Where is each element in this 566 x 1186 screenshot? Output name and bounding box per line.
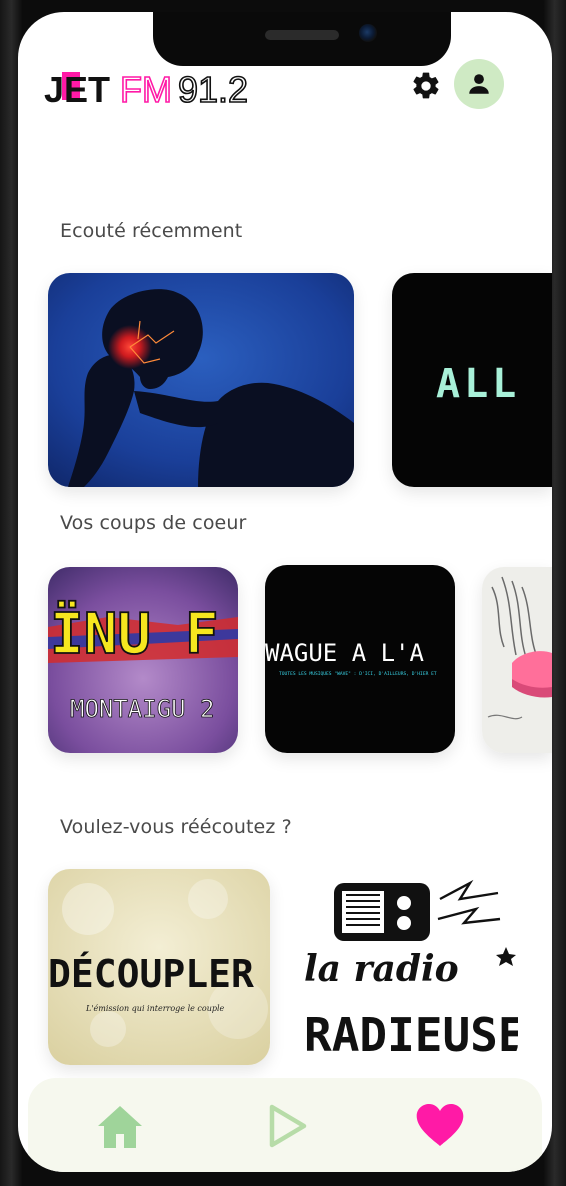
logo-jet: JET <box>44 69 110 108</box>
play-icon <box>269 1104 307 1148</box>
all-artwork-text: ALL <box>436 361 520 407</box>
vague-title: WAGUE A L'A <box>265 639 424 667</box>
logo-fm: FM <box>120 69 172 108</box>
heart-icon <box>416 1104 464 1146</box>
front-camera <box>359 24 377 42</box>
user-icon <box>469 74 489 94</box>
section-title-favorites: Vos coups de coeur <box>60 512 247 534</box>
home-icon <box>98 1106 142 1148</box>
jetfm-logo[interactable]: JET FM 91.2 <box>44 66 274 111</box>
nav-play-button[interactable] <box>260 1098 316 1154</box>
decoupler-subtitle: L'émission qui interroge le couple <box>85 1004 225 1013</box>
recent-card-headache[interactable] <box>48 273 354 487</box>
notch <box>153 12 451 66</box>
favorite-card-vague[interactable]: WAGUE A L'A TOUTES LES MUSIQUES "WAVE" :… <box>265 565 455 753</box>
la-radio-radieuse-artwork: la radio RADIEUSE <box>300 869 518 1065</box>
phone-frame: JET FM 91.2 Ecouté récemment ALL Vos cou… <box>0 0 566 1186</box>
inuf-montaigu-artwork: ÏNU F MONTAIGU 2 <box>48 567 238 753</box>
recent-card-all[interactable]: ALL <box>392 273 552 487</box>
nav-favorites-button[interactable] <box>412 1098 468 1154</box>
section-title-replay: Voulez-vous réécoutez ? <box>60 816 292 838</box>
bottom-navigation <box>28 1078 542 1172</box>
favorite-card-illustration[interactable] <box>482 567 552 753</box>
account-button[interactable] <box>454 59 504 109</box>
illustration-artwork <box>482 567 552 753</box>
replay-card-radio-radieuse[interactable]: la radio RADIEUSE <box>300 869 518 1065</box>
radio-subtitle: RADIEUSE <box>304 1008 518 1062</box>
all-artwork: ALL <box>392 273 552 487</box>
radio-title: la radio <box>304 948 459 990</box>
vague-subtitle: TOUTES LES MUSIQUES "WAVE" : D'ICI, D'AI… <box>279 671 437 677</box>
settings-button[interactable] <box>408 68 444 104</box>
logo-freq: 91.2 <box>178 69 248 108</box>
headache-artwork <box>48 273 354 487</box>
gear-icon <box>413 72 439 99</box>
inuf-title: ÏNU F <box>50 602 219 667</box>
app-screen: JET FM 91.2 Ecouté récemment ALL Vos cou… <box>18 12 552 1172</box>
replay-card-decoupler[interactable]: DÉCOUPLER L'émission qui interroge le co… <box>48 869 270 1065</box>
speaker-grille <box>265 30 339 40</box>
favorite-card-inuf[interactable]: ÏNU F MONTAIGU 2 <box>48 567 238 753</box>
inuf-subtitle: MONTAIGU 2 <box>70 695 215 723</box>
decoupler-title: DÉCOUPLER <box>48 952 254 996</box>
section-title-recent: Ecouté récemment <box>60 220 243 242</box>
decoupler-artwork: DÉCOUPLER L'émission qui interroge le co… <box>48 869 270 1065</box>
nav-home-button[interactable] <box>92 1098 148 1154</box>
vague-a-l-ame-artwork: WAGUE A L'A TOUTES LES MUSIQUES "WAVE" :… <box>265 565 455 753</box>
